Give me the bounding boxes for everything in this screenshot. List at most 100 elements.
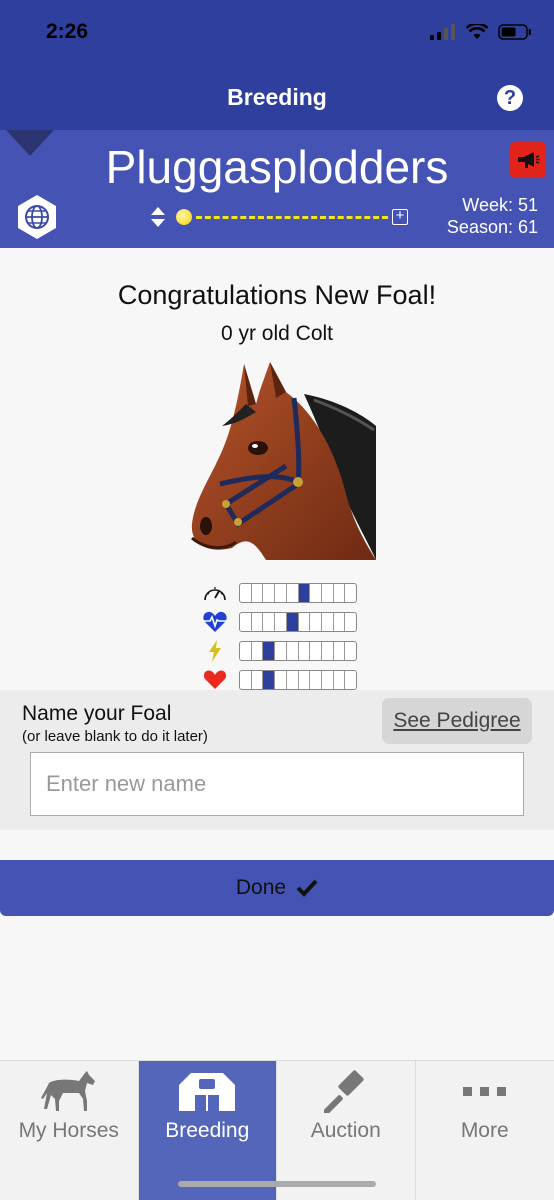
barn-icon xyxy=(179,1073,236,1111)
stat-segment xyxy=(252,641,264,660)
signal-icon xyxy=(430,24,455,40)
foal-portrait xyxy=(191,362,376,560)
stat-segment xyxy=(310,670,322,689)
stat-row-speed xyxy=(202,578,357,607)
stat-segment xyxy=(275,583,287,602)
tab-breeding[interactable]: Breeding xyxy=(138,1061,277,1200)
stat-segment xyxy=(287,670,299,689)
stat-segment xyxy=(322,670,334,689)
page-title: Breeding xyxy=(227,84,327,110)
stat-segment xyxy=(287,583,299,602)
stat-segment xyxy=(310,641,322,660)
megaphone-icon xyxy=(518,152,540,168)
stat-segment xyxy=(345,671,356,689)
done-label: Done xyxy=(235,876,287,899)
stat-segment xyxy=(252,670,264,689)
stat-bar-speed xyxy=(239,582,357,603)
stat-segment xyxy=(252,612,264,631)
stable-name: Pluggasplodders xyxy=(105,141,449,193)
stat-segment xyxy=(345,584,356,602)
sort-icon[interactable] xyxy=(150,206,166,228)
stat-segment xyxy=(299,612,311,631)
status-icons xyxy=(430,24,532,40)
stat-segment xyxy=(345,642,356,660)
stat-segment xyxy=(298,583,311,602)
stat-segment xyxy=(240,670,252,689)
season-progress: + xyxy=(150,206,408,228)
tab-label: Breeding xyxy=(165,1119,250,1142)
stat-segment xyxy=(240,583,252,602)
stat-bar-acceleration xyxy=(239,640,357,661)
stat-segment xyxy=(322,583,334,602)
stat-segment xyxy=(275,670,287,689)
stat-segment xyxy=(334,583,346,602)
announcement-button[interactable] xyxy=(510,142,546,178)
name-foal-panel: Name your Foal (or leave blank to do it … xyxy=(0,690,554,830)
stat-segment xyxy=(322,612,334,631)
stat-segment xyxy=(310,612,322,631)
season-label: Season: 61 xyxy=(446,217,538,237)
week-season: Week: 51 Season: 61 xyxy=(447,194,538,238)
stat-segment xyxy=(263,583,276,602)
expand-plus-icon[interactable]: + xyxy=(392,208,408,225)
stat-row-acceleration xyxy=(202,636,357,665)
sun-icon xyxy=(176,209,192,225)
help-button[interactable]: ? xyxy=(497,85,523,111)
stat-segment xyxy=(240,612,252,631)
name-foal-subtitle: (or leave blank to do it later) xyxy=(22,728,208,745)
done-button[interactable]: Done xyxy=(0,860,554,916)
tab-more[interactable]: More xyxy=(416,1061,554,1200)
home-indicator xyxy=(178,1181,376,1187)
foal-description: 0 yr old Colt xyxy=(220,322,334,345)
tab-label: My Horses xyxy=(18,1119,119,1142)
tab-label: More xyxy=(460,1119,509,1142)
stat-segment xyxy=(275,641,287,660)
tab-bar: My Horses Breeding Auction More xyxy=(0,1060,554,1200)
tab-my-horses[interactable]: My Horses xyxy=(0,1061,139,1200)
gavel-icon xyxy=(323,1070,364,1113)
stat-segment xyxy=(334,612,346,631)
stat-segment xyxy=(334,641,346,660)
heart-icon xyxy=(203,670,227,689)
stat-segment xyxy=(299,641,311,660)
navigation-bar: 2:26 Breeding ? xyxy=(0,0,554,130)
globe-icon xyxy=(18,195,56,239)
stat-segment xyxy=(286,612,299,631)
wifi-icon xyxy=(466,24,488,39)
week-label: Week: 51 xyxy=(462,195,538,215)
stat-segment xyxy=(287,641,299,660)
stat-segment xyxy=(334,670,346,689)
ellipsis-icon xyxy=(462,1087,506,1096)
tab-auction[interactable]: Auction xyxy=(277,1061,416,1200)
lightning-icon xyxy=(209,639,221,662)
status-time: 2:26 xyxy=(46,20,89,43)
congrats-heading: Congratulations New Foal! xyxy=(117,280,437,310)
foal-name-input[interactable] xyxy=(30,752,524,816)
question-icon: ? xyxy=(503,87,517,109)
stat-segment xyxy=(263,641,276,660)
stat-segment xyxy=(345,613,356,631)
battery-icon xyxy=(498,24,531,40)
progress-track xyxy=(196,215,388,219)
stat-segment xyxy=(299,670,311,689)
foal-stats xyxy=(202,578,357,694)
name-foal-title: Name your Foal xyxy=(22,702,172,725)
checkmark-icon xyxy=(296,879,318,897)
horse-icon xyxy=(40,1071,95,1111)
stat-segment xyxy=(240,641,252,660)
speedometer-icon xyxy=(204,586,226,600)
heartbeat-icon xyxy=(203,611,227,632)
stable-header: Pluggasplodders + Week: 51 Season: 61 xyxy=(0,130,554,248)
stat-segment xyxy=(322,641,334,660)
stat-segment xyxy=(310,583,322,602)
stat-bar-stamina xyxy=(239,611,357,632)
stat-segment xyxy=(263,670,276,689)
stat-segment xyxy=(252,583,264,602)
stat-segment xyxy=(263,612,276,631)
world-button[interactable] xyxy=(14,194,60,240)
see-pedigree-button[interactable]: See Pedigree xyxy=(382,698,532,744)
stat-bar-heart xyxy=(239,669,357,690)
stat-row-stamina xyxy=(202,607,357,636)
stat-segment xyxy=(275,612,287,631)
tab-label: Auction xyxy=(310,1119,381,1142)
